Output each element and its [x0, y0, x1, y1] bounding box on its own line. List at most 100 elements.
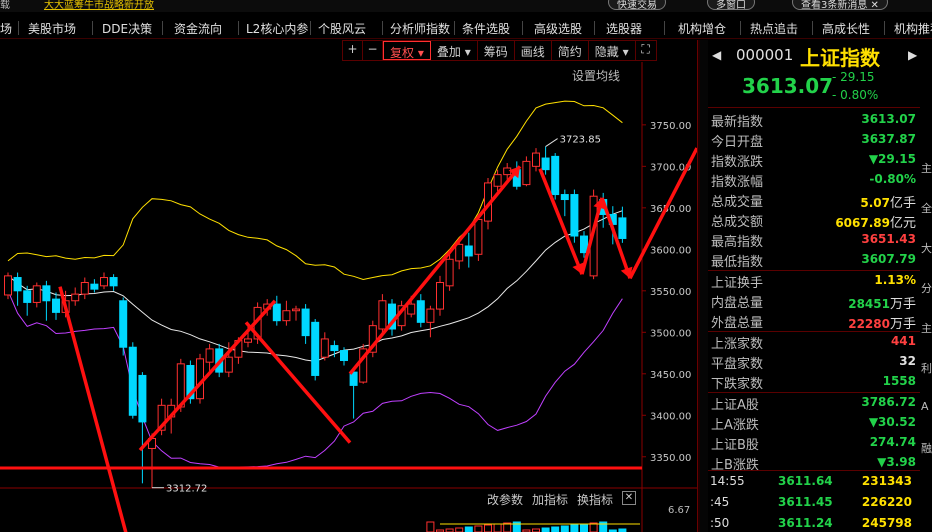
menu-item[interactable]: 机构增仓 — [678, 20, 726, 37]
tick-price: 3611.64 — [778, 474, 833, 488]
prev-arrow-icon[interactable]: ◀ — [712, 48, 721, 62]
quote-row-label: 总成交量 — [711, 195, 764, 210]
candle-body — [23, 290, 32, 303]
quote-row-value: -0.80% — [869, 172, 916, 186]
adjust-button[interactable]: 复权 ▾ — [383, 41, 431, 60]
quote-row-label: 外盘总量 — [711, 316, 764, 331]
quote-row-label: 上证A股 — [711, 398, 759, 413]
quote-row-label: 最新指数 — [711, 115, 764, 130]
menu-item[interactable]: 高成长性 — [822, 20, 870, 37]
kline-chart[interactable]: 3750.003700.003650.003600.003550.003500.… — [0, 62, 697, 532]
candle-body — [52, 298, 60, 313]
annotation-label: 3312.72 — [166, 484, 207, 495]
messages-button[interactable]: 查看3条新消息 ✕ — [792, 0, 888, 11]
quote-row-label: 指数涨幅 — [711, 175, 764, 190]
switch-indicator-button[interactable]: 换指标 — [577, 491, 613, 508]
candle-body — [90, 283, 99, 290]
y-tick-label: 3750.00 — [650, 121, 691, 132]
candle-body — [224, 356, 233, 373]
candle-body — [292, 308, 300, 312]
multi-window-button[interactable]: 多窗口 — [707, 0, 755, 11]
candle-body — [71, 293, 80, 302]
menu-item[interactable]: 个股风云 — [318, 20, 366, 37]
draw-line-button[interactable]: 画线 — [515, 41, 552, 60]
tick-row: :50 3611.24 245798 — [708, 513, 920, 532]
menu-item[interactable]: 分析师指数 — [390, 20, 450, 37]
quote-row: 平盘家数 32 — [708, 352, 920, 372]
right-clip-label: 大 — [921, 242, 932, 255]
tick-time: 14:55 — [710, 474, 745, 488]
quick-trade-button[interactable]: 快速交易 — [608, 0, 666, 11]
candle-body — [301, 308, 310, 337]
quote-rows: 最新指数 3613.07 今日开盘 3637.87 指数涨跌 ▼29.15 指数涨幅 -0.8… — [708, 110, 920, 473]
index-name: 上证指数 — [800, 46, 880, 70]
menu-item[interactable]: 机构推荐 — [894, 20, 932, 37]
quote-row-label: 指数涨跌 — [711, 155, 764, 170]
hide-button[interactable]: 隐藏 ▾ — [589, 41, 636, 60]
zoom-in-button[interactable]: + — [343, 41, 363, 60]
candle-body — [244, 338, 252, 343]
volume-bar — [580, 523, 588, 532]
ad-link[interactable]: 大大蓝筹牛市战略新开放 — [44, 0, 154, 11]
quote-row-value: 5.07亿手 — [860, 196, 916, 211]
menu-item[interactable]: 高级选股 — [534, 20, 582, 37]
candle-body — [13, 277, 22, 292]
menu-item[interactable]: 热点追击 — [750, 20, 798, 37]
volume-bar — [484, 524, 492, 532]
quote-row: 上证换手 1.13% — [708, 271, 920, 291]
candle-body — [493, 174, 502, 187]
menu-item[interactable]: L2核心内参 — [246, 20, 308, 37]
quote-row: 总成交量 5.07亿手 — [708, 190, 920, 211]
quote-row-label: 上A涨跌 — [711, 418, 759, 433]
overlay-button[interactable]: 叠加 ▾ — [431, 41, 478, 60]
chart-toolbar: + − 复权 ▾ 叠加 ▾ 筹码 画线 简约 隐藏 ▾ ⛶ — [342, 40, 657, 61]
annotation-label: 3723.85 — [560, 135, 601, 146]
quote-row: 上A涨跌 ▼30.52 — [708, 413, 920, 433]
quote-row: 下跌家数 1558 — [708, 372, 920, 392]
menu-item[interactable]: 资金流向 — [174, 20, 222, 37]
price-change-pct: - 0.80% — [832, 88, 879, 102]
zoom-out-button[interactable]: − — [363, 41, 383, 60]
menu-item[interactable]: 条件选股 — [462, 20, 510, 37]
candle-body — [128, 346, 137, 416]
tick-volume: 226220 — [861, 495, 912, 509]
quote-row-label: 下跌家数 — [711, 377, 764, 392]
candle-body — [551, 155, 560, 196]
edit-params-button[interactable]: 改参数 — [487, 491, 523, 508]
menu-item[interactable]: 美股市场 — [28, 20, 76, 37]
tick-row: 14:55 3611.64 231343 — [708, 471, 920, 492]
quote-row-value: ▼30.52 — [868, 415, 916, 429]
volume-bar — [455, 527, 464, 532]
close-icon[interactable]: ✕ — [622, 491, 636, 505]
quote-row: 上涨家数 441 — [708, 332, 920, 352]
fullscreen-icon[interactable]: ⛶ — [636, 41, 656, 60]
y-tick-label: 3550.00 — [650, 287, 691, 298]
right-clip-label: 主 — [921, 322, 932, 335]
add-indicator-button[interactable]: 加指标 — [532, 491, 568, 508]
index-code: 000001 — [736, 46, 794, 64]
top-strip: 载 大大蓝筹牛市战略新开放 快速交易 多窗口 查看3条新消息 ✕ — [0, 0, 932, 12]
candle-body — [541, 157, 550, 171]
quote-row-value: 274.74 — [869, 435, 916, 449]
candle-body — [42, 285, 51, 302]
simple-button[interactable]: 简约 — [552, 41, 589, 60]
next-arrow-icon[interactable]: ▶ — [908, 48, 917, 62]
volume-bar — [570, 524, 579, 532]
candle-body — [580, 235, 588, 254]
candle-body — [503, 167, 512, 176]
quote-row-value: 3637.87 — [861, 132, 916, 146]
right-edge-panel: 主全大分主利A融 — [920, 40, 932, 532]
volume-scale-label: 6.67 — [668, 505, 691, 516]
quote-row-value: 28451万手 — [848, 297, 916, 312]
menu-bar: 场 美股市场 DDE决策 资金流向 L2核心内参 个股风云 分析师指数 条件选股… — [0, 15, 932, 39]
quote-row-value: ▼3.98 — [877, 455, 916, 469]
right-clip-label: 主 — [921, 162, 932, 175]
volume-bar — [426, 521, 435, 532]
menu-item[interactable]: DDE决策 — [102, 20, 152, 37]
menu-item[interactable]: 场 — [0, 20, 12, 37]
chips-button[interactable]: 筹码 — [478, 41, 515, 60]
menu-item[interactable]: 选股器 — [606, 20, 642, 37]
upper-band-line — [7, 100, 623, 281]
quote-row: 指数涨幅 -0.80% — [708, 170, 920, 190]
quote-row-value: 1558 — [882, 374, 916, 388]
